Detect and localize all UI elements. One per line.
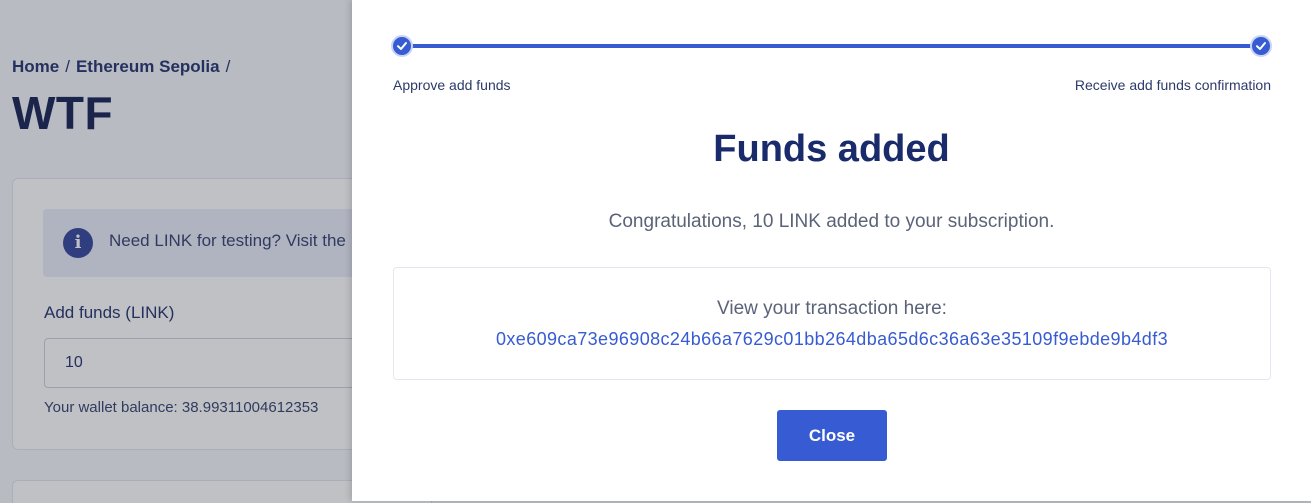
stepper-progress-line (402, 44, 1262, 48)
modal-title: Funds added (713, 128, 950, 170)
transaction-hash-link[interactable]: 0xe609ca73e96908c24b66a7629c01bb264dba65… (394, 329, 1270, 350)
step-approve-label: Approve add funds (393, 77, 511, 93)
step-confirmation-check-icon (1250, 35, 1272, 57)
step-confirmation-label: Receive add funds confirmation (1074, 77, 1271, 93)
close-button[interactable]: Close (777, 410, 887, 461)
step-approve-check-icon (391, 35, 413, 57)
transaction-box: View your transaction here: 0xe609ca73e9… (393, 267, 1271, 380)
funds-added-modal: Approve add funds Receive add funds conf… (352, 0, 1311, 501)
transaction-label: View your transaction here: (717, 298, 947, 319)
modal-message: Congratulations, 10 LINK added to your s… (608, 211, 1055, 232)
